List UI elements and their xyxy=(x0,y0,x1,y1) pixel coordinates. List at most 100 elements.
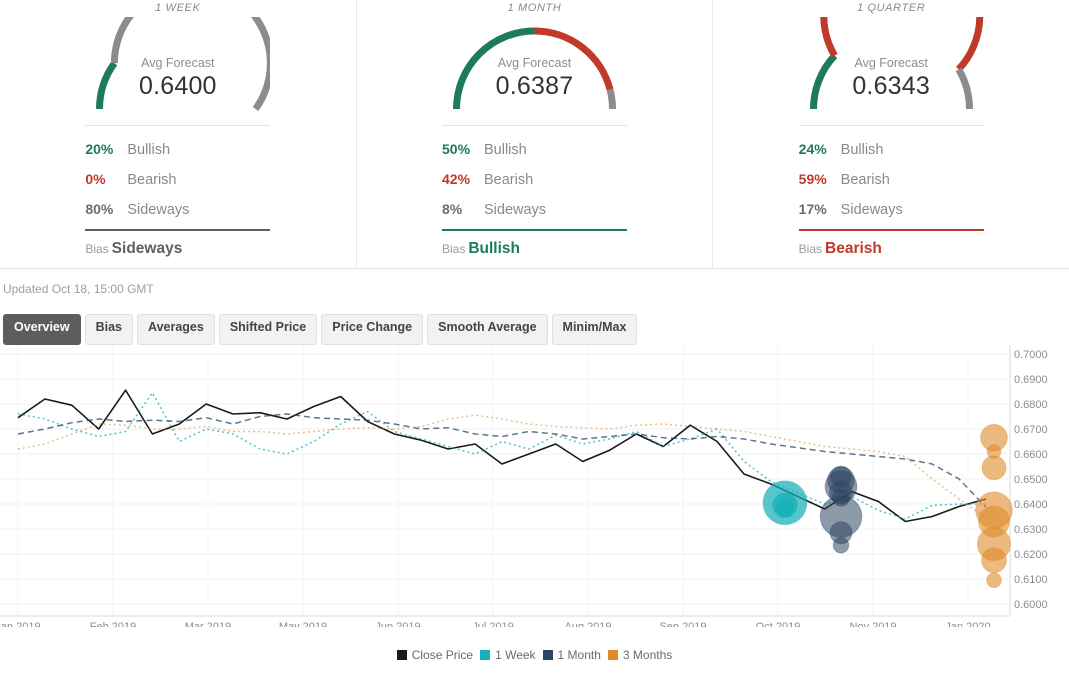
forecast-dashboard: 1 WEEK Avg Forecast 0.6400 20% Bullish 0… xyxy=(0,0,1069,681)
chart-xaxis-labels: Jan 2019 Feb 2019 Mar 2019 May 2019 Jun 2019… xyxy=(0,621,991,627)
legend-swatch-icon xyxy=(542,650,553,660)
chart-grid xyxy=(0,345,1011,617)
chart-yaxis-labels: 0.7000 0.6900 0.6800 0.6700 0.6600 0.6500 0.64… xyxy=(1014,349,1048,611)
legend-item[interactable]: 1 Month xyxy=(542,648,601,662)
svg-text:Jan 2020: Jan 2020 xyxy=(945,621,990,627)
forecast-panel-1-week: 1 WEEK Avg Forecast 0.6400 20% Bullish 0… xyxy=(0,0,356,268)
svg-text:0.7000: 0.7000 xyxy=(1014,349,1048,361)
bias-row: Bias Bearish xyxy=(799,231,984,258)
legend-swatch-icon xyxy=(607,650,618,660)
svg-text:0.6300: 0.6300 xyxy=(1014,524,1048,536)
stat-row-sideways: 80% Sideways xyxy=(85,194,270,224)
divider xyxy=(85,125,271,126)
svg-text:0.6900: 0.6900 xyxy=(1014,374,1048,386)
panel-body: 24% Bullish 59% Bearish 17% Sideways Bia… xyxy=(798,113,984,258)
stat-label: Bearish xyxy=(484,172,534,188)
panel-body: 50% Bullish 42% Bearish 8% Sideways Bias… xyxy=(442,113,627,258)
svg-text:Oct 2019: Oct 2019 xyxy=(756,621,801,627)
stat-percent: 8% xyxy=(442,201,463,217)
svg-text:0.6800: 0.6800 xyxy=(1014,399,1048,411)
svg-text:0.6500: 0.6500 xyxy=(1014,474,1048,486)
panel-title: 1 QUARTER xyxy=(857,2,926,14)
legend-label: Close Price xyxy=(411,648,474,662)
svg-text:0.6700: 0.6700 xyxy=(1014,424,1048,436)
chart-tabs: Overview Bias Averages Shifted Price Price C… xyxy=(0,308,1069,345)
bias-row: Bias Sideways xyxy=(85,231,270,258)
forecast-panel-1-quarter: 1 QUARTER Avg Forecast 0.6343 24% Bullis… xyxy=(712,0,1069,268)
panel-body: 20% Bullish 0% Bearish 80% Sideways Bias… xyxy=(85,113,271,258)
updated-strip: Updated Oct 18, 15:00 GMT xyxy=(0,268,1069,308)
gauge-arc-svg xyxy=(96,17,271,112)
svg-text:Nov 2019: Nov 2019 xyxy=(849,621,896,627)
svg-text:May 2019: May 2019 xyxy=(279,621,327,627)
stat-percent: 17% xyxy=(798,201,827,217)
legend-swatch-icon xyxy=(396,650,407,660)
tab-averages[interactable]: Averages xyxy=(137,314,215,345)
svg-text:0.6400: 0.6400 xyxy=(1014,499,1048,511)
divider xyxy=(442,125,627,126)
gauge-arc-svg xyxy=(809,17,983,110)
gauge-arc-svg xyxy=(453,27,616,110)
svg-text:Feb 2019: Feb 2019 xyxy=(90,621,136,627)
tab-bias[interactable]: Bias xyxy=(84,314,133,345)
svg-text:0.6600: 0.6600 xyxy=(1014,449,1048,461)
stat-row-bearish: 59% Bearish xyxy=(799,164,984,194)
stat-percent: 50% xyxy=(442,141,471,157)
tab-smooth-average[interactable]: Smooth Average xyxy=(427,314,548,345)
bias-row: Bias Bullish xyxy=(442,231,627,258)
stat-percent: 24% xyxy=(798,141,827,157)
bias-value: Bullish xyxy=(468,240,521,257)
svg-text:Jan 2019: Jan 2019 xyxy=(0,621,41,627)
legend-swatch-icon xyxy=(480,650,491,660)
stat-percent: 80% xyxy=(85,201,114,217)
stat-label: Bullish xyxy=(840,142,884,158)
bias-label: Bias xyxy=(85,242,109,256)
stat-label: Sideways xyxy=(840,202,903,218)
svg-text:Jul 2019: Jul 2019 xyxy=(472,621,514,627)
bias-label: Bias xyxy=(442,242,466,256)
stat-label: Bullish xyxy=(127,142,171,158)
tab-overview[interactable]: Overview xyxy=(3,314,81,345)
tab-minim-max[interactable]: Minim/Max xyxy=(551,314,638,345)
stat-percent: 59% xyxy=(798,171,827,187)
stat-row-bullish: 24% Bullish xyxy=(799,134,984,164)
legend-label: 1 Week xyxy=(495,648,536,662)
legend-label: 3 Months xyxy=(622,648,673,662)
panel-title: 1 WEEK xyxy=(155,2,201,14)
legend-item[interactable]: 1 Week xyxy=(480,648,536,662)
tab-shifted-price[interactable]: Shifted Price xyxy=(218,314,318,345)
stat-row-sideways: 8% Sideways xyxy=(442,194,627,224)
divider xyxy=(798,125,984,126)
gauge-1-month: Avg Forecast 0.6387 xyxy=(442,17,627,113)
svg-text:0.6000: 0.6000 xyxy=(1014,599,1048,611)
bias-value: Sideways xyxy=(111,240,183,257)
stat-row-bearish: 0% Bearish xyxy=(85,164,270,194)
panel-title: 1 MONTH xyxy=(507,2,562,14)
stat-label: Sideways xyxy=(484,202,547,218)
stat-row-bullish: 20% Bullish xyxy=(85,134,270,164)
legend-label: 1 Month xyxy=(557,648,601,662)
stat-row-bearish: 42% Bearish xyxy=(442,164,627,194)
svg-text:0.6100: 0.6100 xyxy=(1014,574,1048,586)
stat-percent: 0% xyxy=(85,171,106,187)
forecast-panels: 1 WEEK Avg Forecast 0.6400 20% Bullish 0… xyxy=(0,0,1069,268)
stat-label: Bearish xyxy=(127,172,177,188)
gauge-1-week: Avg Forecast 0.6400 xyxy=(85,17,271,113)
legend-item[interactable]: Close Price xyxy=(396,648,474,662)
stat-label: Bearish xyxy=(840,172,890,188)
updated-timestamp: Updated Oct 18, 15:00 GMT xyxy=(3,282,154,296)
bias-label: Bias xyxy=(798,242,823,256)
bias-value: Bearish xyxy=(825,240,882,257)
forecast-panel-1-month: 1 MONTH Avg Forecast 0.6387 50% Bullish … xyxy=(355,0,713,268)
svg-text:Sep 2019: Sep 2019 xyxy=(659,621,706,627)
chart-legend: Close Price 1 Week 1 Month 3 Months xyxy=(0,646,1069,664)
stat-row-sideways: 17% Sideways xyxy=(799,194,984,224)
stat-label: Sideways xyxy=(127,202,190,218)
svg-text:Aug 2019: Aug 2019 xyxy=(564,621,611,627)
svg-text:Jun 2019: Jun 2019 xyxy=(375,621,420,627)
stat-row-bullish: 50% Bullish xyxy=(442,134,627,164)
legend-item[interactable]: 3 Months xyxy=(607,648,673,662)
stat-percent: 20% xyxy=(85,141,114,157)
tab-price-change[interactable]: Price Change xyxy=(321,314,424,345)
svg-text:0.6200: 0.6200 xyxy=(1014,549,1048,561)
